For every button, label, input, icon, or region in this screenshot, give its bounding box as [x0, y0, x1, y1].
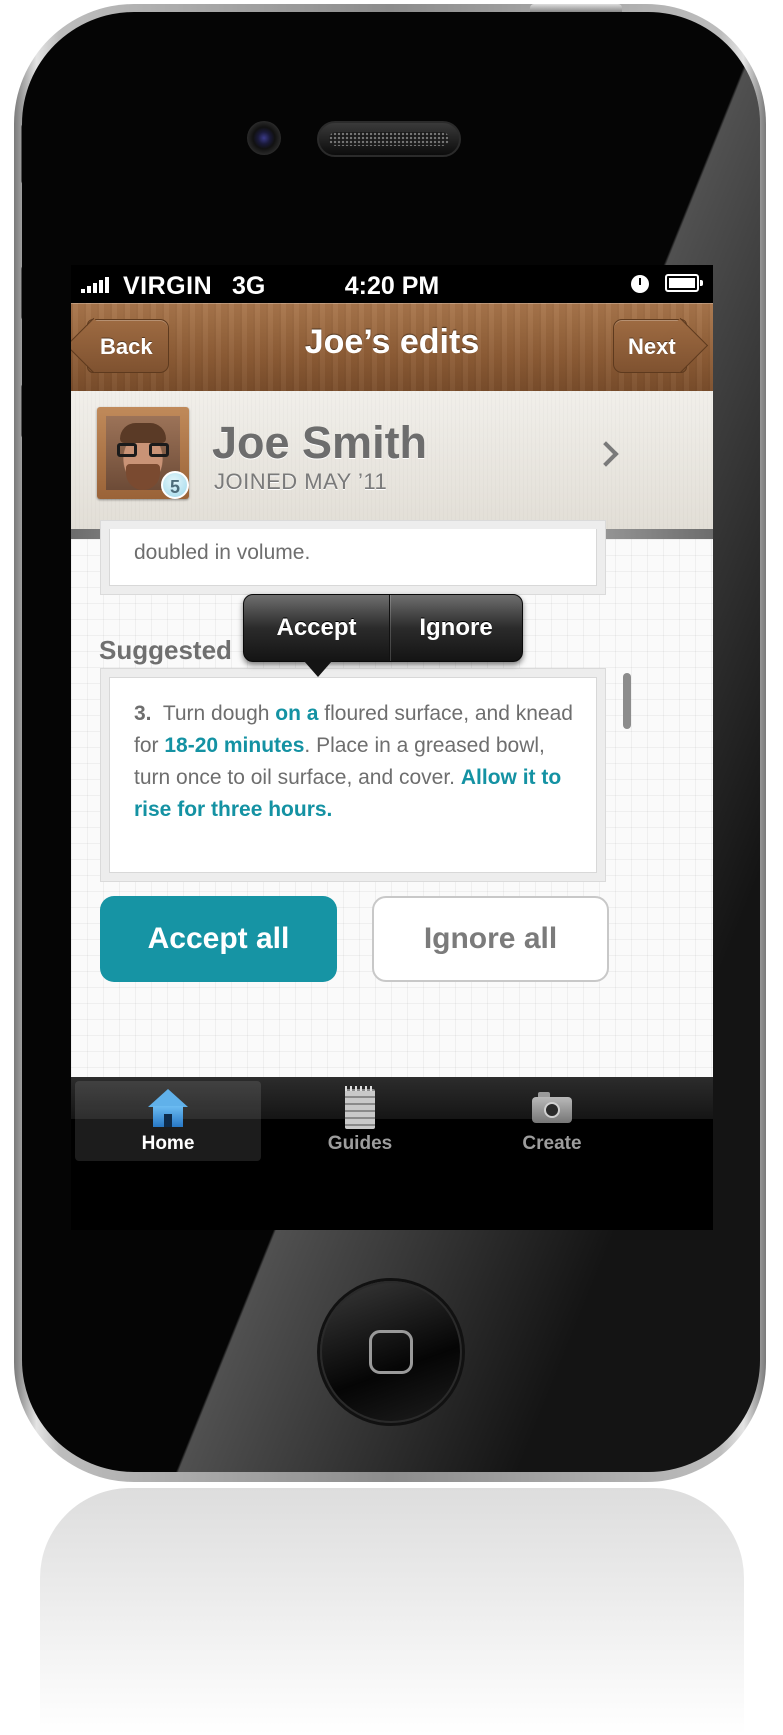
front-camera [247, 121, 281, 155]
previous-step-card: doubled in volume. [109, 529, 597, 586]
popover-accept-button[interactable]: Accept [244, 595, 390, 661]
accept-all-button[interactable]: Accept all [100, 896, 337, 982]
profile-header[interactable]: 5 Joe Smith JOINED MAY ’11 [71, 391, 713, 539]
suggested-step-card[interactable]: 3. Turn dough on a floured surface, and … [109, 677, 597, 873]
profile-name: Joe Smith [212, 417, 428, 468]
home-square-icon [369, 1330, 413, 1374]
app-screen: VIRGIN 3G 4:20 PM Back Joe’s edits Next … [71, 265, 713, 1230]
home-icon [148, 1089, 188, 1127]
tab-bar: Home Guides Create [71, 1077, 713, 1230]
avatar-frame: 5 [97, 407, 189, 499]
popover-ignore-button[interactable]: Ignore [390, 595, 522, 661]
next-button[interactable]: Next [613, 319, 687, 373]
alarm-clock-icon [631, 275, 649, 293]
battery-icon [665, 274, 703, 292]
profile-joined-date: JOINED MAY ’11 [214, 469, 388, 494]
scroll-indicator[interactable] [623, 673, 631, 729]
tab-create[interactable]: Create [459, 1081, 645, 1161]
status-bar: VIRGIN 3G 4:20 PM [71, 265, 713, 303]
sleep-button [530, 4, 622, 12]
edit-count-badge: 5 [161, 471, 189, 499]
suggested-step-text: 3. Turn dough on a floured surface, and … [134, 698, 574, 826]
tab-label: Create [522, 1133, 582, 1154]
previous-step-text: doubled in volume. [134, 541, 311, 564]
tab-label: Home [141, 1133, 195, 1154]
notepad-icon [340, 1086, 380, 1129]
chevron-right-icon [593, 441, 619, 467]
edit-popover: Accept Ignore [243, 594, 523, 677]
suggested-insertion: on a [275, 702, 319, 725]
edits-content[interactable]: doubled in volume. Suggested 3. Turn dou… [71, 529, 713, 1077]
back-button[interactable]: Back [87, 319, 169, 373]
home-button[interactable] [320, 1281, 462, 1423]
suggested-label: Suggested [99, 635, 232, 665]
suggested-insertion: 18-20 minutes [164, 734, 305, 757]
step-number: 3. [134, 702, 152, 725]
status-time: 4:20 PM [344, 272, 440, 300]
tab-guides[interactable]: Guides [267, 1081, 453, 1161]
tab-home[interactable]: Home [75, 1081, 261, 1161]
phone-reflection [40, 1488, 744, 1735]
ignore-all-button[interactable]: Ignore all [372, 896, 609, 982]
step-segment: Turn dough [162, 702, 276, 725]
camera-icon [532, 1089, 572, 1127]
tab-label: Guides [327, 1133, 393, 1154]
navigation-bar: Back Joe’s edits Next [71, 303, 713, 392]
earpiece-speaker [317, 121, 461, 157]
